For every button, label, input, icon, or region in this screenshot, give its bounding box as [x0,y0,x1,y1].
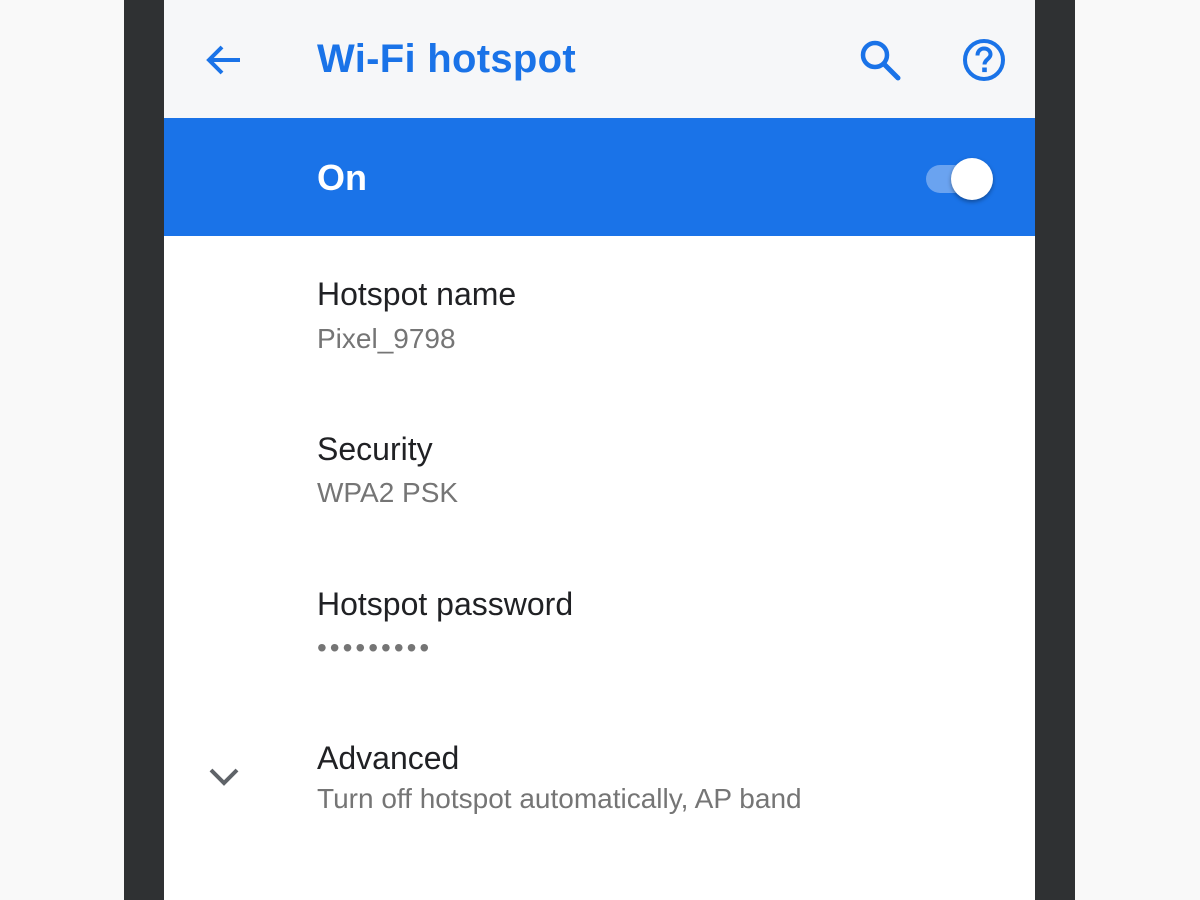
page-title: Wi-Fi hotspot [317,37,577,81]
pref-summary: WPA2 PSK [317,477,459,508]
hotspot-toggle[interactable] [926,158,996,200]
pref-title: Advanced [317,740,460,776]
pref-title: Hotspot password [317,586,574,622]
pref-summary: Pixel_9798 [317,323,456,354]
toggle-thumb [951,158,993,200]
pref-title: Security [317,431,433,467]
pref-hotspot-name[interactable]: Hotspot name Pixel_9798 [164,254,1035,384]
pref-security[interactable]: Security WPA2 PSK [164,409,1035,539]
chevron-down-icon [209,768,239,786]
search-button[interactable] [856,36,904,84]
help-icon [963,39,1005,81]
master-switch-bar[interactable]: On [164,118,1035,236]
stage: Wi-Fi hotspot On Hotspot name Pixel_9798… [0,0,1200,900]
pref-summary: Turn off hotspot automatically, AP band [317,783,802,814]
search-icon [860,40,901,81]
app-bar: Wi-Fi hotspot [164,0,1035,118]
password-mask: ••••••••• [317,632,433,663]
pref-title: Hotspot name [317,276,517,312]
back-button[interactable] [200,36,248,84]
settings-screen: Wi-Fi hotspot On Hotspot name Pixel_9798… [164,0,1035,900]
pref-advanced[interactable]: Advanced Turn off hotspot automatically,… [164,716,1035,846]
arrow-back-icon [206,45,240,75]
master-switch-label: On [317,157,367,198]
pref-hotspot-password[interactable]: Hotspot password ••••••••• [164,564,1035,694]
help-button[interactable] [960,36,1008,84]
